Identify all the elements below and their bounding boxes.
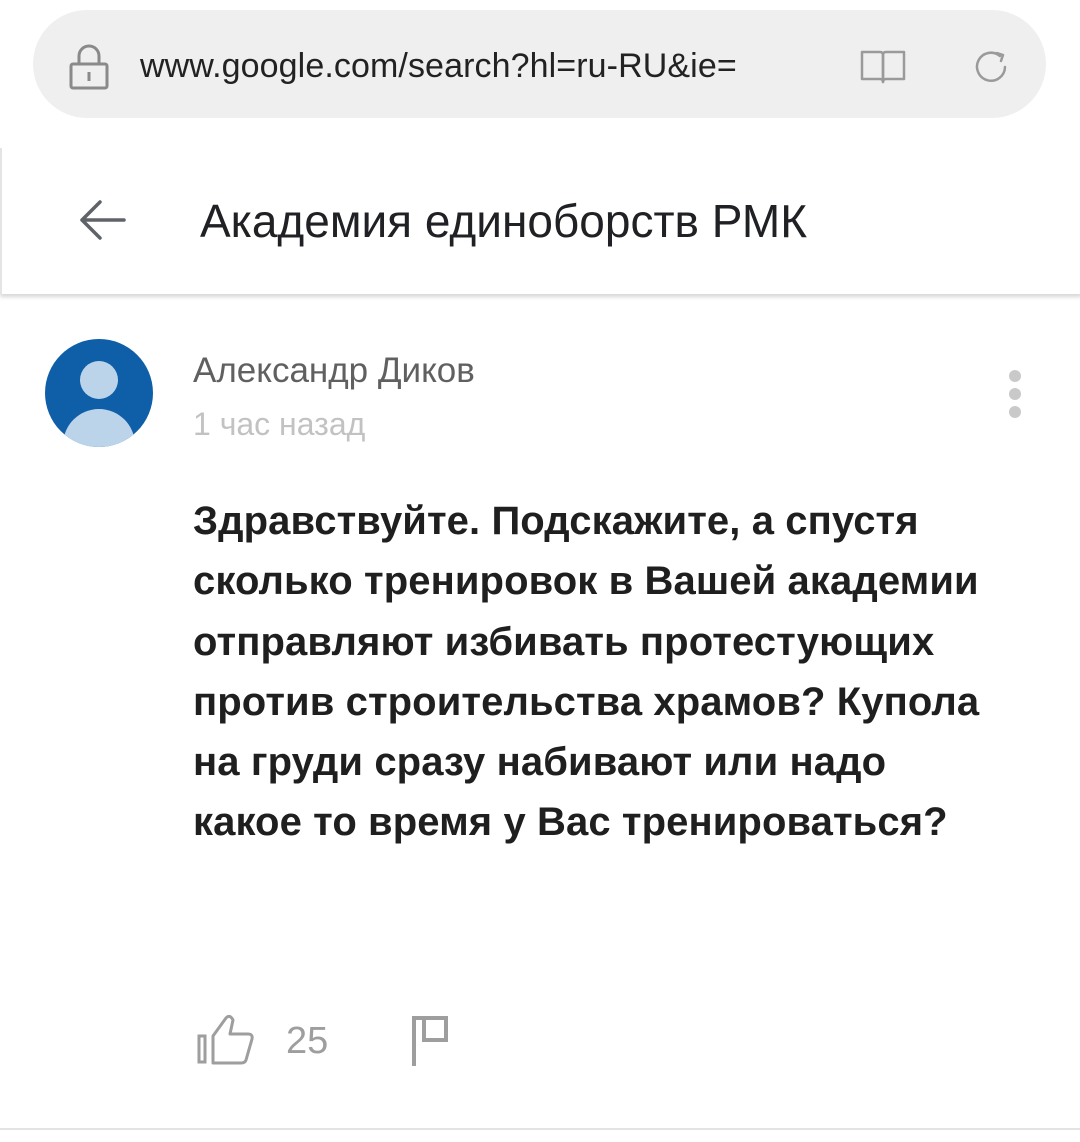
more-dot: [1009, 406, 1021, 418]
comment-text: Здравствуйте. Подскажите, а спустя сколь…: [193, 499, 980, 845]
divider: [0, 1128, 1080, 1130]
more-dot: [1009, 388, 1021, 400]
url-text[interactable]: www.google.com/search?hl=ru-RU&ie=: [140, 44, 737, 88]
author-name[interactable]: Александр Диков: [193, 350, 475, 392]
avatar-body: [63, 409, 135, 447]
more-vert-icon[interactable]: [1004, 368, 1026, 420]
lock-icon[interactable]: [66, 42, 112, 92]
reader-mode-icon[interactable]: [858, 48, 908, 86]
avatar-head: [80, 361, 118, 399]
reload-icon[interactable]: [970, 46, 1012, 88]
thumbs-up-icon[interactable]: [193, 1012, 263, 1068]
arrow-left-icon[interactable]: [78, 199, 126, 241]
more-dot: [1009, 370, 1021, 382]
like-count: 25: [286, 1020, 329, 1062]
page-title: Академия единоборств РМК: [200, 195, 808, 247]
avatar[interactable]: [45, 339, 153, 447]
app-header: Академия единоборств РМК: [0, 148, 1080, 294]
screen: www.google.com/search?hl=ru-RU&ie= Акаде…: [0, 0, 1080, 1142]
comment-timestamp: 1 час назад: [193, 406, 366, 442]
flag-icon[interactable]: [406, 1014, 456, 1068]
